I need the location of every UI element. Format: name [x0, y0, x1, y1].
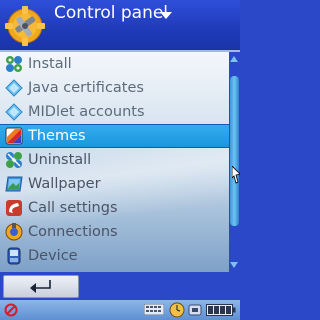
list-view: Install Java certificates MIDlet account… — [0, 52, 240, 272]
caret-down-icon[interactable] — [160, 12, 172, 19]
install-icon — [6, 56, 22, 72]
no-signal-icon — [4, 303, 18, 317]
certificate-diamond-icon — [5, 79, 23, 97]
list-item-label: Uninstall — [28, 152, 92, 168]
list-item-java-certificates[interactable]: Java certificates — [0, 76, 229, 100]
softkey-bar — [0, 272, 240, 300]
scrollbar-thumb[interactable] — [230, 76, 239, 226]
status-bar — [0, 300, 240, 320]
scroll-up-arrow-icon[interactable] — [230, 56, 238, 62]
list-item-install[interactable]: Install — [0, 52, 229, 76]
keypad-icon — [144, 304, 164, 315]
list-item-themes[interactable]: Themes — [0, 124, 229, 148]
uninstall-icon — [6, 152, 22, 168]
list-item-midlet-accounts[interactable]: MIDlet accounts — [0, 100, 229, 124]
control-panel-list: Install Java certificates MIDlet account… — [0, 52, 229, 268]
midlet-diamond-icon — [5, 103, 23, 121]
mouse-cursor-icon — [232, 166, 240, 184]
call-settings-icon — [6, 200, 22, 216]
themes-icon — [5, 127, 23, 145]
device-icon — [7, 247, 21, 265]
list-item-label: Java certificates — [28, 80, 144, 96]
list-item-call-settings[interactable]: Call settings — [0, 196, 229, 220]
list-item-device[interactable]: Device — [0, 244, 229, 268]
list-item-label: Wallpaper — [28, 176, 101, 192]
title-bar: Control panel — [0, 0, 240, 52]
device-connected-icon — [188, 304, 202, 316]
scrollbar[interactable] — [229, 52, 240, 272]
list-item-label: Connections — [28, 224, 118, 240]
gear-tools-icon — [5, 6, 45, 46]
list-item-label: Call settings — [28, 200, 118, 216]
connections-icon — [5, 223, 23, 241]
battery-icon — [206, 304, 236, 316]
list-item-label: Themes — [28, 128, 86, 144]
scroll-down-arrow-icon[interactable] — [230, 262, 238, 268]
list-item-label: MIDlet accounts — [28, 104, 145, 120]
clock-icon — [169, 302, 185, 318]
list-item-wallpaper[interactable]: Wallpaper — [0, 172, 229, 196]
return-arrow-icon — [30, 280, 51, 293]
list-item-label: Install — [28, 56, 72, 72]
wallpaper-icon — [5, 176, 23, 192]
list-item-uninstall[interactable]: Uninstall — [0, 148, 229, 172]
list-item-label: Device — [28, 248, 78, 264]
back-button[interactable] — [3, 275, 79, 298]
list-item-connections[interactable]: Connections — [0, 220, 229, 244]
page-title[interactable]: Control panel — [54, 2, 168, 24]
